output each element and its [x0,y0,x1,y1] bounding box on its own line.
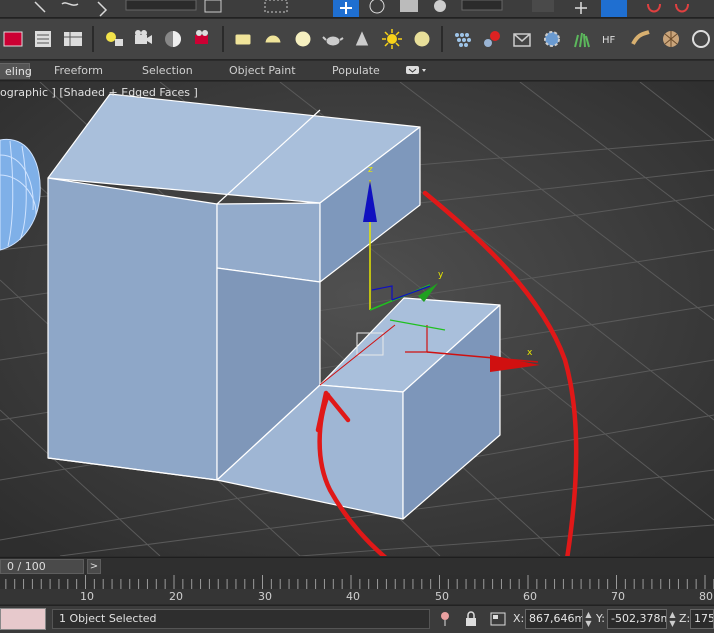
gizmo-y-label: y [438,270,444,280]
reference-coord-dropdown [461,0,503,11]
envelope-icon[interactable] [509,25,536,53]
y-coordinate-spinner[interactable]: ▲ ▼ [668,610,677,628]
lock-icon[interactable] [464,611,478,627]
perspective-viewport[interactable]: z y x ographic ] [Shaded + Edged Faces ] [0,82,714,556]
color-swatch[interactable] [0,608,46,630]
angle-snap-icon [675,3,689,13]
z-coordinate-field[interactable]: 175, [690,609,714,629]
snap-toggle-icon [647,3,661,13]
overflow-icon[interactable] [687,25,714,53]
viewport-scene: z y x [0,82,714,556]
next-frame-button[interactable]: > [87,559,101,574]
pivot-icon [532,0,554,12]
x-coordinate-field[interactable]: 867,646mr [525,609,583,629]
gear-icon[interactable] [538,25,565,53]
main-toolbar-icons [34,0,689,17]
molecule-icon[interactable] [479,25,506,53]
selection-status: 1 Object Selected [52,609,430,629]
ruler-label: 10 [80,590,94,603]
cloth-icon[interactable] [628,25,655,53]
chevron-down-icon [406,66,426,74]
render-frame-icon[interactable] [0,25,27,53]
plane-icon[interactable] [230,25,257,53]
hemisphere-icon[interactable] [260,25,287,53]
unlink-icon [61,2,79,6]
status-bar: 1 Object Selected X: 867,646mr ▲▼ Y: -50… [0,605,714,633]
pin-icon[interactable] [438,611,452,627]
x-coordinate-label: X: [513,612,525,625]
material-ball-icon[interactable] [409,25,436,53]
shell-icon[interactable] [657,25,684,53]
teapot-icon[interactable] [319,25,346,53]
ruler-label: 70 [611,590,625,603]
z-coordinate-label: Z: [679,612,691,625]
toolbar-divider [441,26,444,52]
render-setup-icon[interactable] [189,25,216,53]
svg-text:HF: HF [602,35,616,46]
camera-icon[interactable] [130,25,157,53]
light-icon[interactable] [100,25,127,53]
tab-populate[interactable]: Populate [332,63,380,79]
main-toolbar [0,0,714,18]
ruler-label: 20 [169,590,183,603]
select-manipulate-icon [575,2,587,14]
time-slider-bar: 0 / 100 > [0,557,714,575]
x-coordinate-spinner[interactable]: ▲ ▼ [584,610,593,628]
tab-object-paint[interactable]: Object Paint [229,63,296,79]
cone-icon[interactable] [349,25,376,53]
ruler-label: 50 [435,590,449,603]
tab-freeform[interactable]: Freeform [54,63,103,79]
tab-selection[interactable]: Selection [142,63,193,79]
select-region-icon [264,0,288,13]
environment-icon[interactable] [160,25,187,53]
y-coordinate-label: Y: [596,612,605,625]
ribbon-options-dropdown[interactable] [405,63,427,79]
y-coordinate-field[interactable]: -502,378m [607,609,667,629]
render-icon [434,0,446,12]
gizmo-x-label: x [527,348,533,358]
track-bar-ticks [0,575,714,589]
ruler-label: 40 [346,590,360,603]
absolute-mode-icon[interactable] [490,611,506,627]
time-slider[interactable]: 0 / 100 [0,559,84,574]
particle-grid-icon[interactable] [449,25,476,53]
scene-explorer-icon[interactable] [60,25,87,53]
keyboard-shortcut-override-icon [601,0,627,17]
select-scale-icon [400,0,418,12]
track-bar[interactable]: 10 20 30 40 50 60 70 80 [0,575,714,604]
hair-fur-icon[interactable]: HF [598,25,625,53]
select-link-icon [34,1,46,13]
select-rotate-icon [369,0,385,14]
select-object-icon [204,0,222,13]
ruler-label: 80 [699,590,713,603]
selection-filter-dropdown [125,0,197,11]
toolbar-divider [222,26,225,52]
object-toolbar: HF [0,19,714,60]
viewport-label[interactable]: ographic ] [Shaded + Edged Faces ] [0,86,198,99]
ruler-label: 30 [258,590,272,603]
ribbon-tab-bar: eling Freeform Selection Object Paint Po… [0,61,714,81]
gizmo-z-label: z [368,165,373,175]
ruler-label: 60 [523,590,537,603]
layer-manager-icon[interactable] [30,25,57,53]
sun-icon[interactable] [379,25,406,53]
bind-space-warp-icon [97,1,108,17]
sphere-icon[interactable] [290,25,317,53]
tab-modeling[interactable]: eling [0,63,32,79]
toolbar-divider [92,26,95,52]
grass-icon[interactable] [568,25,595,53]
